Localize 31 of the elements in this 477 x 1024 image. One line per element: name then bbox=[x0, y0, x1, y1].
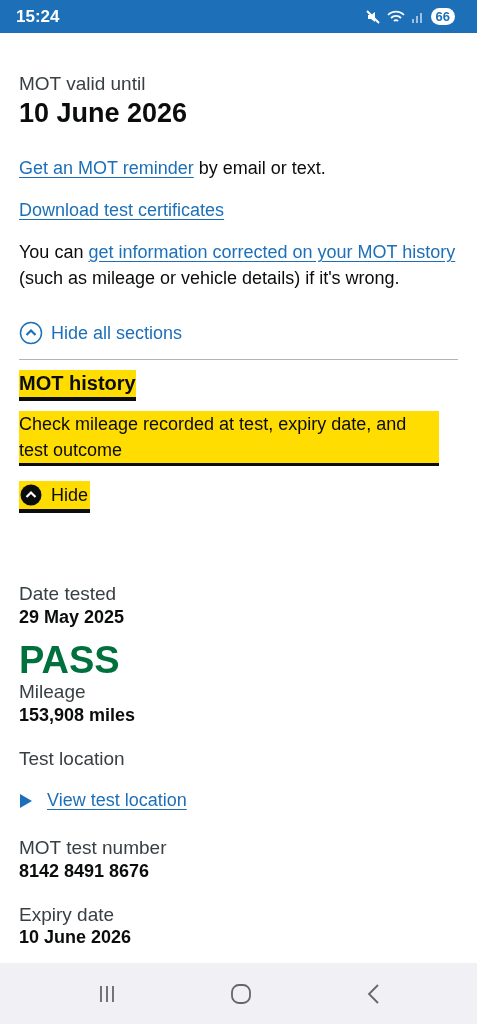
valid-until-label: MOT valid until bbox=[19, 73, 147, 96]
expiry-date-label: Expiry date bbox=[19, 903, 116, 927]
chevron-up-icon bbox=[19, 483, 43, 508]
mute-icon bbox=[364, 8, 381, 25]
reminder-link[interactable]: Get an MOT reminder bbox=[19, 157, 194, 178]
view-location-link[interactable]: View test location bbox=[47, 790, 187, 812]
back-icon[interactable] bbox=[366, 982, 381, 1005]
expiry-date-value: 10 June 2026 bbox=[19, 926, 133, 950]
correction-text: You can get information corrected on your MOT history (such as mileage or vehicle details) if it's wrong. bbox=[19, 241, 457, 291]
date-tested-value: 29 May 2025 bbox=[19, 606, 126, 630]
download-link[interactable]: Download test certificates bbox=[19, 200, 225, 220]
test-number-value: 8142 8491 8676 bbox=[19, 860, 151, 884]
wifi-icon bbox=[386, 8, 405, 25]
chevron-up-icon bbox=[19, 321, 43, 346]
date-tested-label: Date tested bbox=[19, 583, 118, 607]
status-time: 15:24 bbox=[16, 6, 60, 27]
correction-link[interactable]: get information corrected on your MOT history bbox=[88, 242, 456, 263]
mileage-value: 153,908 miles bbox=[19, 704, 137, 728]
triangle-icon bbox=[19, 792, 33, 809]
hide-all-sections-button[interactable]: Hide all sections bbox=[19, 321, 183, 346]
test-number-label: MOT test number bbox=[19, 837, 168, 861]
hide-section-button[interactable]: Hide bbox=[19, 481, 91, 510]
valid-until-date: 10 June 2026 bbox=[19, 96, 189, 130]
mileage-label: Mileage bbox=[19, 681, 87, 705]
home-icon[interactable] bbox=[230, 982, 253, 1005]
battery-level: 66 bbox=[430, 8, 455, 25]
test-location-label: Test location bbox=[19, 747, 126, 771]
section-heading[interactable]: MOT history bbox=[19, 370, 136, 398]
section-summary: Check mileage recorded at test, expiry date, and test outcome bbox=[19, 411, 439, 464]
reminder-text: Get an MOT reminder by email or text. bbox=[19, 156, 327, 180]
test-result: PASS bbox=[19, 639, 121, 682]
